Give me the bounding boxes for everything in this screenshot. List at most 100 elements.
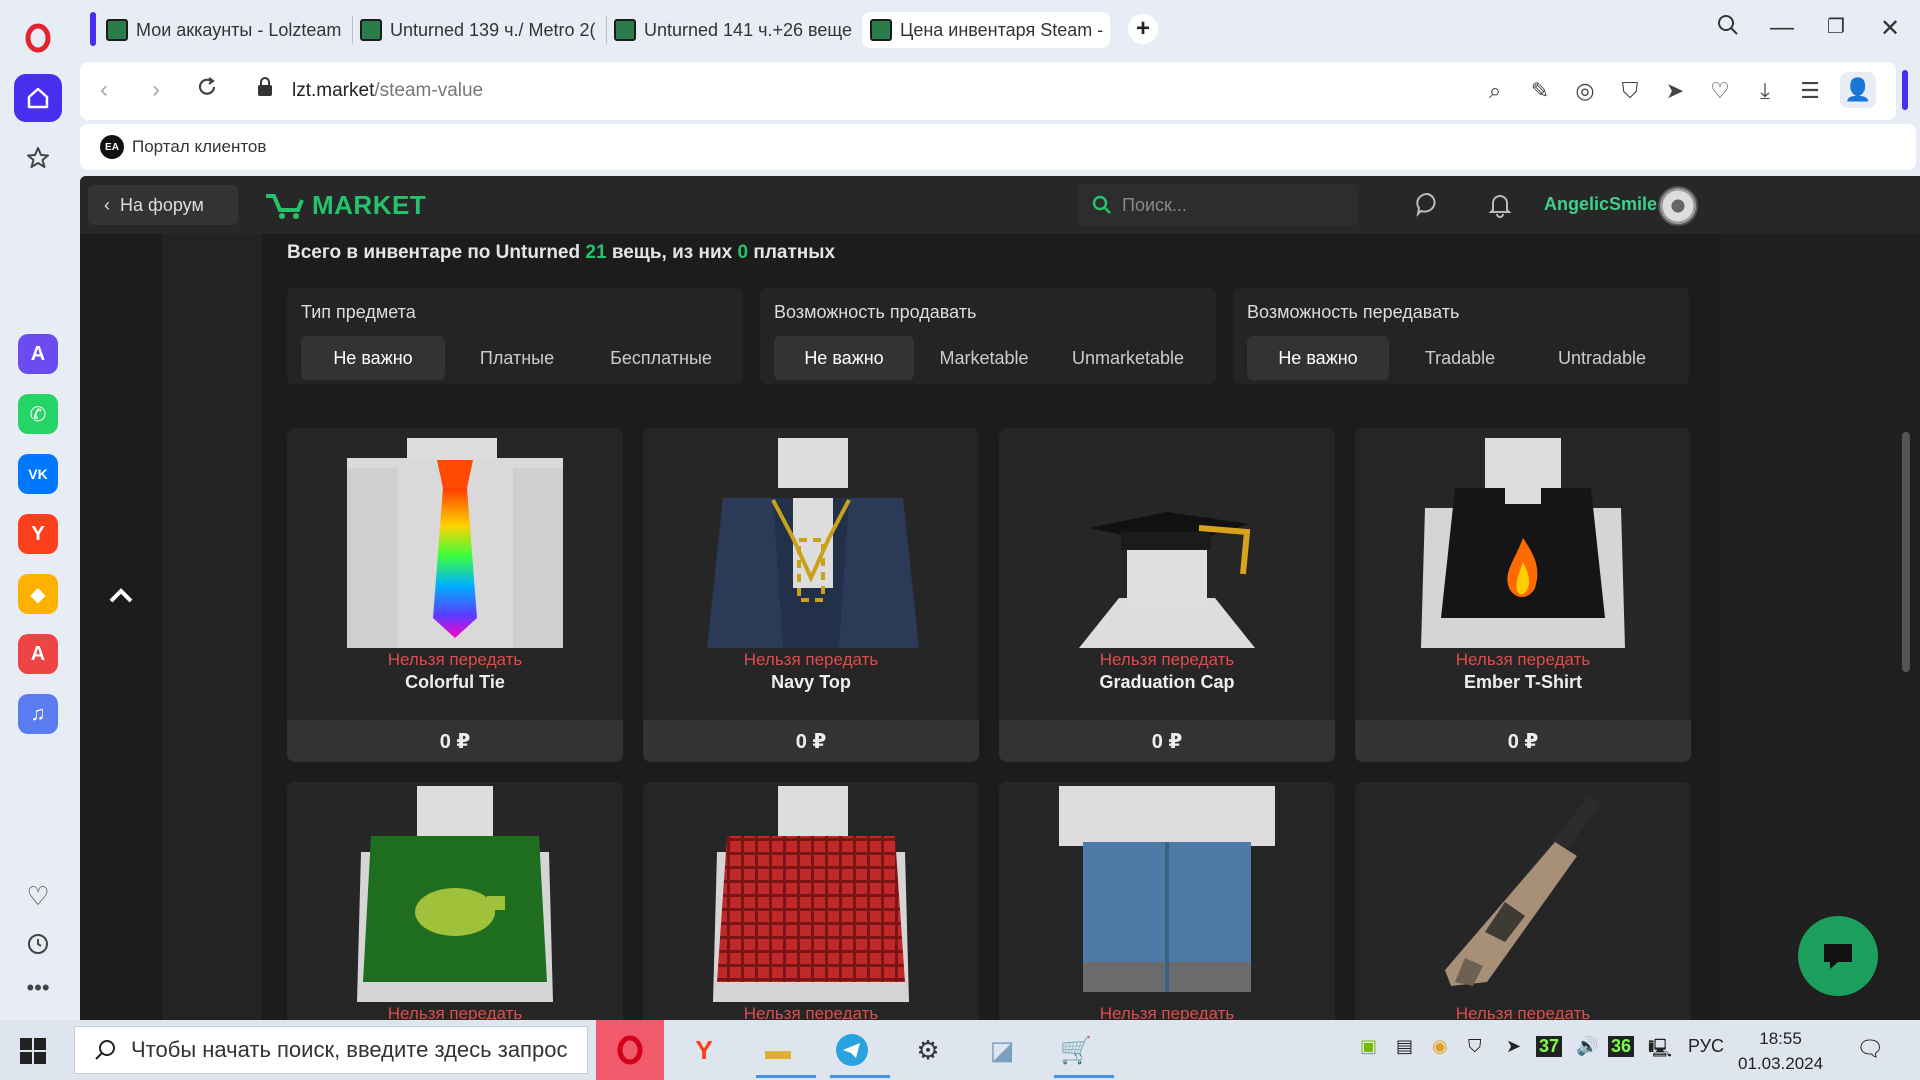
search-icon (1092, 195, 1111, 214)
music-icon[interactable]: ♫ (18, 694, 58, 734)
item-image-jeans (1059, 786, 1275, 992)
history-icon[interactable] (14, 920, 62, 968)
opera-logo-icon[interactable] (14, 14, 62, 62)
workspace-indicator (90, 12, 96, 46)
price-label: 0 ₽ (643, 720, 979, 762)
shop-cart-icon[interactable]: 🛒 (1054, 1028, 1114, 1078)
edit-icon[interactable]: ✎ (1527, 78, 1553, 104)
notes-app-icon[interactable]: ◪ (980, 1028, 1024, 1072)
lock-icon[interactable] (256, 76, 274, 105)
scrollbar[interactable] (1902, 432, 1910, 672)
search-icon (95, 1040, 115, 1060)
chat-icon[interactable] (1414, 190, 1442, 223)
bell-icon[interactable] (1486, 190, 1514, 223)
item-card-navy-top[interactable]: Нельзя передать Navy Top 0 ₽ (643, 428, 979, 762)
windows-start-icon[interactable] (20, 1038, 46, 1069)
camera-icon[interactable]: ◎ (1572, 78, 1598, 104)
avatar[interactable] (1658, 186, 1698, 226)
chrome-tray-icon[interactable]: ◉ (1432, 1036, 1448, 1057)
site-search-input[interactable]: Поиск... (1078, 184, 1358, 226)
price-label: 0 ₽ (1355, 720, 1691, 762)
filter-tradable: Возможность передавать Не важно Tradable… (1233, 288, 1689, 384)
item-card-camo-rifle[interactable]: Нельзя передать (1355, 782, 1691, 1020)
filter-type-free[interactable]: Бесплатные (589, 336, 733, 380)
price-label: 0 ₽ (999, 720, 1335, 762)
more-icon[interactable]: ••• (14, 964, 62, 1012)
translator-icon[interactable]: A (18, 634, 58, 674)
web-page: ‹ На форум MARKET Поиск... AngelicSmile … (80, 176, 1920, 1020)
bookmark-ea-portal[interactable]: Портал клиентов (132, 137, 266, 157)
filter-unmarketable-option[interactable]: Unmarketable (1054, 336, 1202, 380)
tab-unturned-139[interactable]: Unturned 139 ч./ Metro 2( (360, 12, 600, 48)
star-icon[interactable] (14, 134, 62, 182)
opera-taskbar-icon[interactable] (596, 1020, 664, 1080)
back-icon[interactable]: ‹ (100, 76, 108, 104)
taskbar-search-input[interactable]: Чтобы начать поиск, введите здесь запрос (74, 1026, 588, 1074)
left-column (162, 234, 262, 1020)
bookmark-bar: EA Портал клиентов (80, 124, 1916, 170)
filter-trade-any[interactable]: Не важно (1247, 336, 1389, 380)
nvidia-tray-icon[interactable]: ▣ (1360, 1036, 1377, 1057)
notifications-icon[interactable]: 🗨 (1856, 1036, 1884, 1062)
home-icon[interactable] (14, 74, 62, 122)
minimize-icon[interactable]: — (1766, 14, 1798, 42)
page-search-icon[interactable]: ⌕ (1482, 78, 1508, 104)
defender-tray-icon[interactable]: ⛉ (1468, 1036, 1482, 1057)
market-logo[interactable]: MARKET (264, 190, 426, 221)
close-icon[interactable]: ✕ (1874, 14, 1906, 43)
support-chat-button[interactable] (1798, 916, 1878, 996)
monitor-tray-icon[interactable]: ▤ (1396, 1036, 1413, 1057)
shield-icon[interactable]: ⛉ (1617, 78, 1643, 104)
username-link[interactable]: AngelicSmile (1544, 194, 1657, 215)
windows-taskbar: Чтобы начать поиск, введите здесь запрос… (0, 1020, 1920, 1080)
download-icon[interactable]: ⤓ (1752, 78, 1778, 104)
file-explorer-icon[interactable]: ▬ (756, 1028, 816, 1078)
filter-untradable-option[interactable]: Untradable (1531, 336, 1673, 380)
item-card-ember-tshirt[interactable]: Нельзя передать Ember T-Shirt 0 ₽ (1355, 428, 1691, 762)
filter-market-any[interactable]: Не важно (774, 336, 914, 380)
forward-icon[interactable]: › (152, 76, 160, 104)
favicon-icon (614, 19, 636, 41)
bookmark-heart-icon[interactable]: ♡ (1707, 78, 1733, 104)
filter-type-any[interactable]: Не важно (301, 336, 445, 380)
price-label: 0 ₽ (287, 720, 623, 762)
item-card-turtle-shirt[interactable]: Нельзя передать (287, 782, 623, 1020)
whatsapp-icon[interactable]: ✆ (18, 394, 58, 434)
aria-app-icon[interactable]: A (18, 334, 58, 374)
easy-setup-icon[interactable]: ☰ (1797, 78, 1823, 104)
telegram-tray-icon[interactable]: ➤ (1506, 1036, 1521, 1057)
vk-icon[interactable]: VK (18, 454, 58, 494)
system-clock[interactable]: 18:55 01.03.2024 (1738, 1026, 1823, 1076)
tab-unturned-141[interactable]: Unturned 141 ч.+26 веще (614, 12, 854, 48)
chevron-left-icon: ‹ (104, 194, 110, 215)
filter-marketable-option[interactable]: Marketable (914, 336, 1054, 380)
network-icon[interactable]: 🖳 (1648, 1036, 1672, 1066)
item-image-ember-tshirt (1421, 438, 1625, 648)
volume-icon[interactable]: 🔊 (1576, 1036, 1598, 1057)
restore-icon[interactable]: ❐ (1820, 14, 1852, 39)
item-card-plaid-shirt[interactable]: Нельзя передать (643, 782, 979, 1020)
settings-gear-icon[interactable]: ⚙ (906, 1028, 950, 1072)
filter-item-type: Тип предмета Не важно Платные Бесплатные (287, 288, 743, 384)
item-card-colorful-tie[interactable]: Нельзя передать Colorful Tie 0 ₽ (287, 428, 623, 762)
heart-icon[interactable]: ♡ (14, 872, 62, 920)
url-field[interactable]: lzt.market/steam-value (292, 80, 483, 102)
back-to-forum-button[interactable]: ‹ На форум (88, 185, 238, 225)
scroll-up-icon[interactable] (108, 580, 134, 611)
telegram-icon[interactable] (830, 1028, 890, 1078)
new-tab-button[interactable]: + (1128, 14, 1158, 44)
yandex-browser-icon[interactable]: Y (682, 1028, 726, 1072)
tab-search-icon[interactable] (1712, 14, 1744, 43)
item-card-graduation-cap[interactable]: Нельзя передать Graduation Cap 0 ₽ (999, 428, 1335, 762)
send-icon[interactable]: ➤ (1662, 78, 1688, 104)
filter-tradable-option[interactable]: Tradable (1389, 336, 1531, 380)
maps-icon[interactable]: ◆ (18, 574, 58, 614)
filter-type-paid[interactable]: Платные (445, 336, 589, 380)
tab-steam-value[interactable]: Цена инвентаря Steam - (862, 12, 1110, 48)
reload-icon[interactable] (196, 76, 218, 105)
language-indicator[interactable]: РУС (1688, 1036, 1724, 1057)
item-card-jeans[interactable]: Нельзя передать (999, 782, 1335, 1020)
profile-icon[interactable]: 👤 (1840, 72, 1876, 108)
tab-accounts[interactable]: Мои аккаунты - Lolzteam (106, 12, 346, 48)
yandex-icon[interactable]: Y (18, 514, 58, 554)
